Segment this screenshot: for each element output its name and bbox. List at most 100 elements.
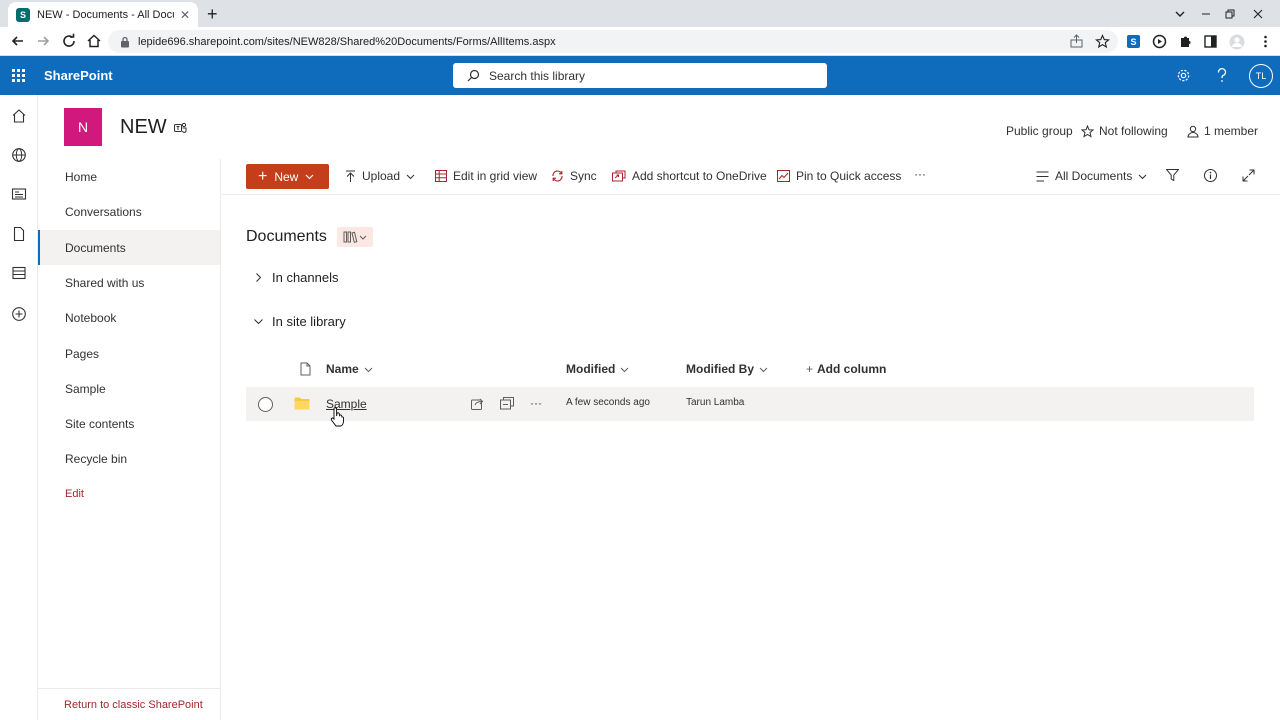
chevron-down-icon bbox=[620, 367, 629, 372]
command-bar: + New Upload Edit in grid view Sync Add … bbox=[221, 159, 1280, 195]
column-header-modified-by[interactable]: Modified By bbox=[686, 362, 768, 376]
site-logo[interactable]: N bbox=[64, 108, 102, 146]
table-row[interactable]: Sample ··· A few seconds ago Tarun Lamba bbox=[246, 387, 1254, 421]
address-bar[interactable]: lepide696.sharepoint.com/sites/NEW828/Sh… bbox=[108, 30, 1118, 53]
pin-icon bbox=[777, 170, 790, 182]
site-title: NEW bbox=[120, 116, 187, 139]
left-navigation: Home Conversations Documents Shared with… bbox=[38, 159, 221, 720]
follow-button[interactable]: Not following bbox=[1081, 124, 1168, 138]
restore-icon[interactable] bbox=[1220, 0, 1240, 27]
nav-item-home[interactable]: Home bbox=[38, 159, 220, 194]
library-switcher[interactable] bbox=[336, 227, 373, 247]
nav-item-sample[interactable]: Sample bbox=[38, 371, 220, 406]
upload-icon bbox=[346, 170, 355, 182]
list-view-icon bbox=[1036, 171, 1049, 181]
more-commands-icon[interactable]: ··· bbox=[914, 167, 926, 181]
new-button[interactable]: + New bbox=[246, 164, 329, 189]
nav-item-recycle-bin[interactable]: Recycle bin bbox=[38, 441, 220, 476]
row-more-actions-icon[interactable]: ··· bbox=[530, 396, 542, 410]
sharepoint-brand[interactable]: SharePoint bbox=[44, 68, 113, 83]
site-title-text[interactable]: NEW bbox=[120, 116, 167, 139]
members-button[interactable]: 1 member bbox=[1187, 124, 1258, 138]
nav-item-shared-with-us[interactable]: Shared with us bbox=[38, 265, 220, 300]
column-header-modified[interactable]: Modified bbox=[566, 362, 629, 376]
lock-icon bbox=[121, 36, 129, 47]
lists-icon[interactable] bbox=[11, 265, 27, 281]
pin-quick-access-button[interactable]: Pin to Quick access bbox=[777, 169, 901, 183]
group-in-site-library[interactable]: In site library bbox=[254, 314, 346, 329]
home-icon[interactable] bbox=[86, 33, 102, 49]
view-selector[interactable]: All Documents bbox=[1036, 169, 1147, 183]
add-column-button[interactable]: + Add column bbox=[806, 362, 886, 376]
edit-grid-view-button[interactable]: Edit in grid view bbox=[435, 169, 537, 183]
nav-item-pages[interactable]: Pages bbox=[38, 336, 220, 371]
close-tab-icon[interactable]: ✕ bbox=[180, 8, 190, 22]
library-title: Documents bbox=[246, 227, 373, 247]
upload-button[interactable]: Upload bbox=[345, 169, 415, 183]
bookmark-star-icon[interactable] bbox=[1095, 34, 1110, 49]
profile-avatar-icon[interactable] bbox=[1229, 34, 1245, 50]
share-icon[interactable] bbox=[471, 397, 484, 410]
file-type-column-icon[interactable] bbox=[295, 362, 311, 376]
row-select-radio[interactable] bbox=[258, 397, 273, 412]
nav-item-documents[interactable]: Documents bbox=[38, 230, 220, 265]
info-icon[interactable] bbox=[1204, 169, 1223, 182]
shortcut-icon bbox=[612, 170, 626, 182]
minimize-icon[interactable] bbox=[1196, 0, 1216, 27]
chevron-down-icon bbox=[759, 367, 768, 372]
nav-item-site-contents[interactable]: Site contents bbox=[38, 406, 220, 441]
grid-icon bbox=[435, 170, 447, 182]
return-to-classic-link[interactable]: Return to classic SharePoint bbox=[38, 688, 220, 720]
url-text: lepide696.sharepoint.com/sites/NEW828/Sh… bbox=[138, 35, 556, 48]
sharepoint-extension-icon[interactable]: S bbox=[1126, 34, 1141, 49]
media-extension-icon[interactable] bbox=[1152, 34, 1167, 49]
news-icon[interactable] bbox=[11, 186, 27, 202]
search-box[interactable]: Search this library bbox=[453, 63, 827, 88]
chevron-down-icon bbox=[364, 367, 373, 372]
home-icon[interactable] bbox=[11, 108, 27, 124]
nav-item-notebook[interactable]: Notebook bbox=[38, 300, 220, 335]
chevron-right-icon bbox=[256, 273, 262, 282]
person-icon bbox=[1187, 125, 1199, 137]
create-icon[interactable] bbox=[11, 306, 27, 322]
nav-item-conversations[interactable]: Conversations bbox=[38, 194, 220, 229]
globe-icon[interactable] bbox=[11, 147, 27, 163]
group-type: Public group bbox=[1006, 124, 1073, 138]
sync-button[interactable]: Sync bbox=[551, 169, 597, 183]
browser-tab[interactable]: S NEW - Documents - All Docume ✕ bbox=[8, 2, 198, 27]
plus-icon: + bbox=[258, 167, 268, 185]
teams-icon[interactable] bbox=[173, 122, 187, 134]
back-icon[interactable] bbox=[10, 33, 26, 49]
add-shortcut-button[interactable]: Add shortcut to OneDrive bbox=[612, 169, 767, 183]
new-tab-icon[interactable]: + bbox=[207, 4, 218, 25]
group-in-channels[interactable]: In channels bbox=[254, 270, 339, 285]
filter-icon[interactable] bbox=[1166, 169, 1185, 181]
hand-cursor-icon bbox=[330, 407, 344, 427]
chevron-down-icon bbox=[305, 174, 314, 180]
reload-icon[interactable] bbox=[61, 33, 77, 49]
chevron-down-icon bbox=[406, 174, 415, 179]
plus-icon: + bbox=[806, 362, 814, 376]
side-panel-icon[interactable] bbox=[1203, 34, 1218, 49]
column-header-name[interactable]: Name bbox=[326, 362, 373, 376]
star-icon bbox=[1081, 124, 1094, 138]
library-icon bbox=[343, 231, 367, 243]
app-launcher-icon[interactable] bbox=[11, 68, 26, 83]
help-icon[interactable] bbox=[1216, 68, 1228, 83]
forward-icon[interactable] bbox=[35, 33, 51, 49]
browser-tab-bar: S NEW - Documents - All Docume ✕ + bbox=[0, 0, 1280, 27]
item-modified-by[interactable]: Tarun Lamba bbox=[686, 397, 744, 408]
expand-icon[interactable] bbox=[1242, 169, 1261, 182]
browser-menu-icon[interactable] bbox=[1258, 34, 1273, 49]
sharepoint-favicon: S bbox=[16, 7, 30, 22]
close-window-icon[interactable] bbox=[1248, 0, 1268, 27]
add-shortcut-icon[interactable] bbox=[500, 397, 514, 410]
extensions-puzzle-icon[interactable] bbox=[1178, 34, 1193, 49]
nav-edit-link[interactable]: Edit bbox=[65, 488, 84, 500]
share-page-icon[interactable] bbox=[1069, 34, 1084, 49]
tab-search-icon[interactable] bbox=[1170, 0, 1190, 27]
user-avatar[interactable]: TL bbox=[1249, 64, 1273, 88]
settings-gear-icon[interactable] bbox=[1176, 68, 1191, 83]
document-icon[interactable] bbox=[11, 226, 27, 242]
item-modified: A few seconds ago bbox=[566, 397, 650, 408]
